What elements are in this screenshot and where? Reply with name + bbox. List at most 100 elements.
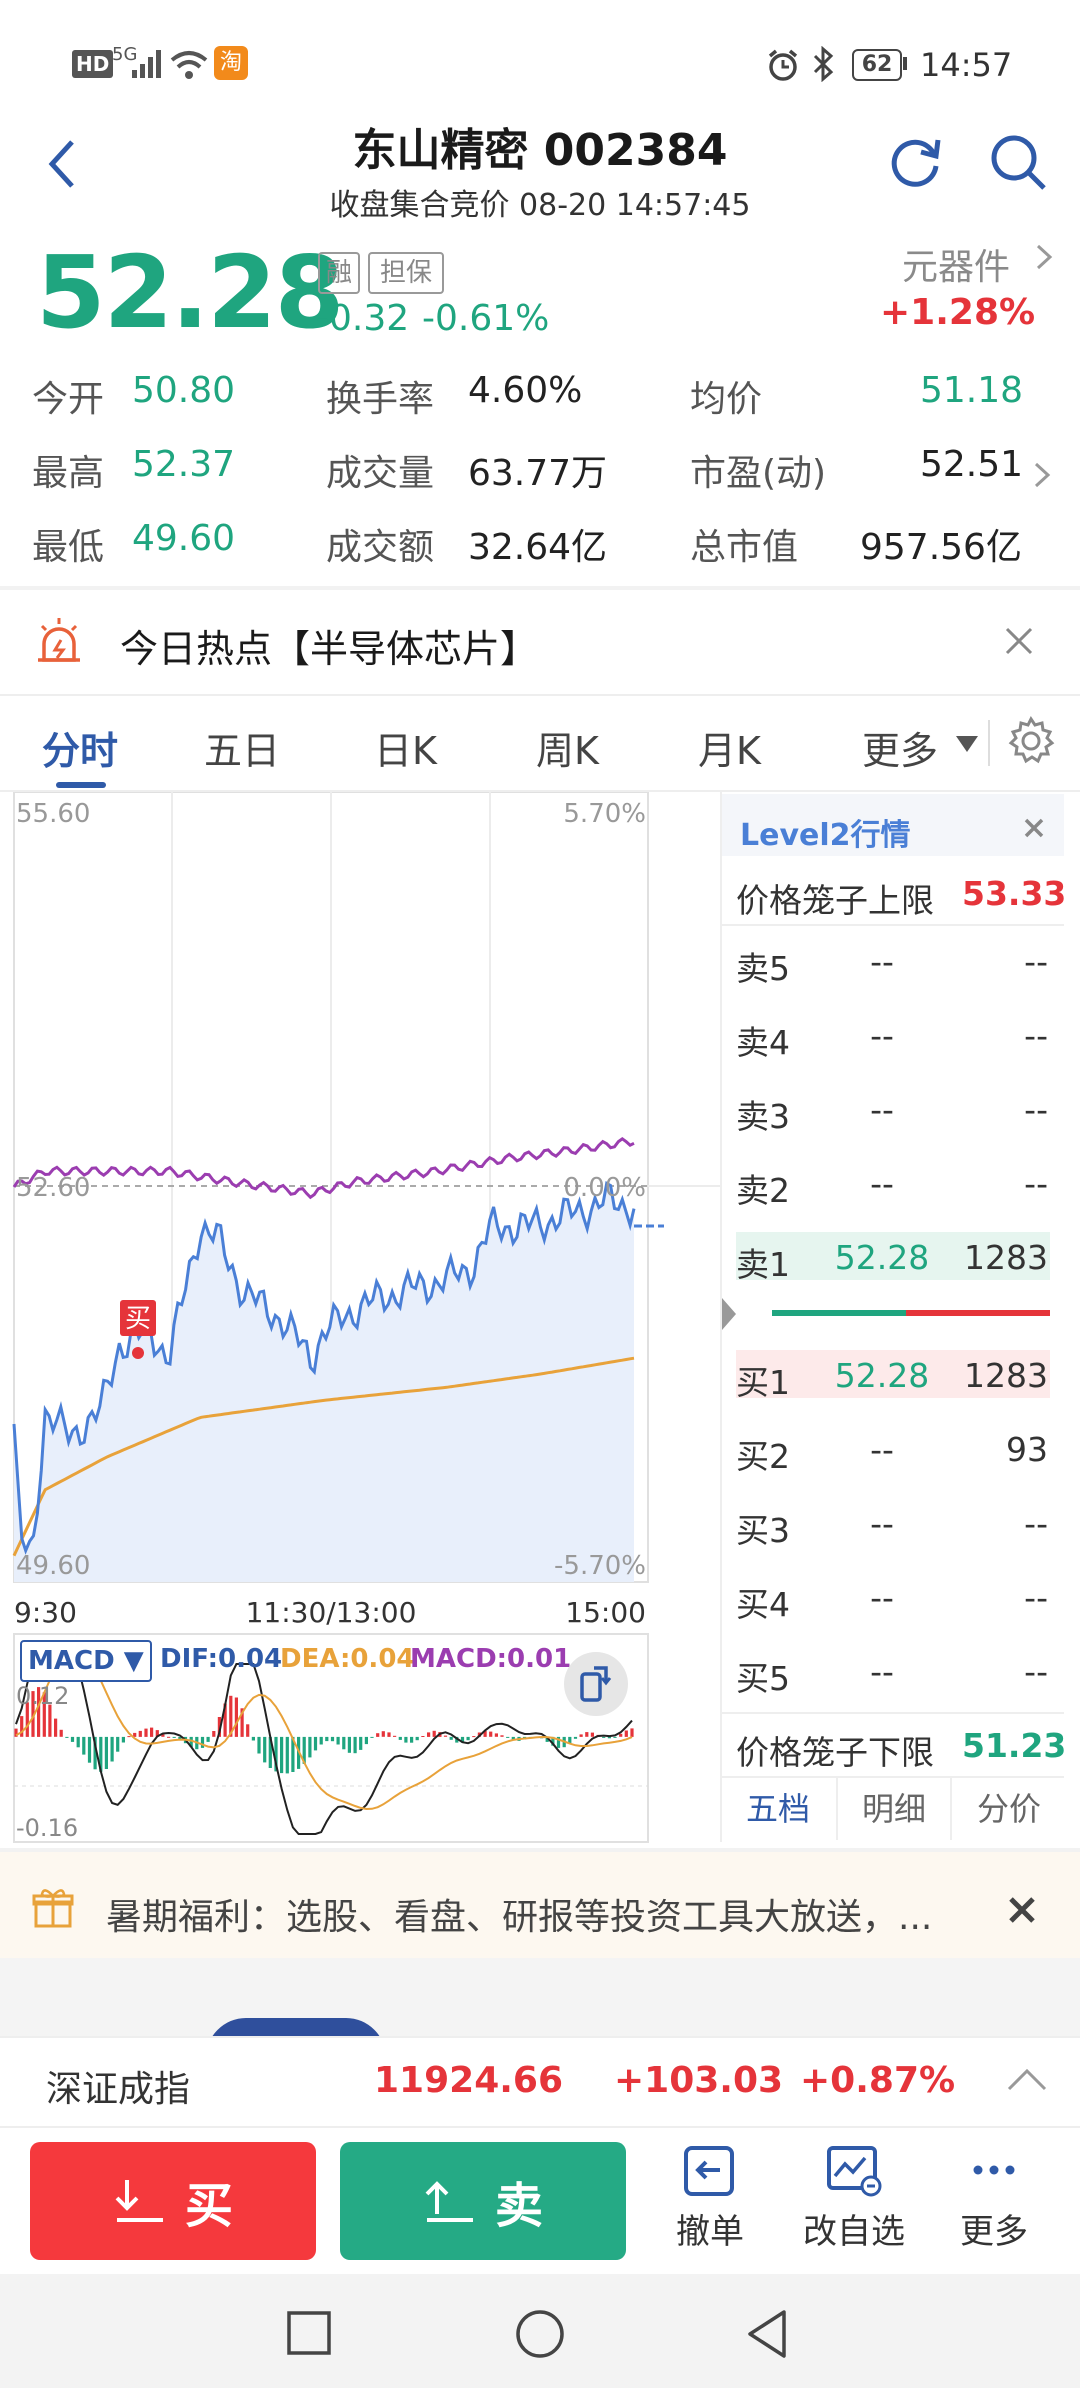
index-change-percent: +0.87% xyxy=(800,2060,956,2101)
level2-close-icon[interactable] xyxy=(1024,818,1044,838)
back-nav-icon[interactable] xyxy=(744,2308,790,2360)
sell-level-label: 卖5 xyxy=(736,949,790,988)
expand-arrow-icon[interactable] xyxy=(720,1294,740,1334)
price-cage-lower-value: 51.23 xyxy=(962,1726,1067,1765)
more-dots-icon xyxy=(973,2165,1015,2175)
macd-bar xyxy=(104,1736,108,1769)
back-icon[interactable] xyxy=(44,134,80,194)
index-value: 11924.66 xyxy=(374,2060,564,2101)
sell-level-volume: -- xyxy=(1024,1016,1048,1055)
buy-point[interactable] xyxy=(132,1347,144,1359)
stat-label: 成交额 xyxy=(326,527,435,568)
macd-bar xyxy=(573,1736,578,1739)
sector-name[interactable]: 元器件 xyxy=(902,238,1010,290)
macd-histogram xyxy=(14,1687,634,1774)
index-line xyxy=(12,1136,635,1200)
macd-bar xyxy=(624,1730,628,1737)
macd-bar xyxy=(342,1736,346,1750)
pct-axis-mid: 0.00% xyxy=(563,1173,646,1203)
battery-level: 62 xyxy=(861,52,893,77)
macd-top-value: 0.12 xyxy=(16,1682,69,1710)
x-axis-start: 9:30 xyxy=(14,1596,77,1629)
buy-level-volume: -- xyxy=(1024,1652,1048,1691)
cancel-order-label: 撤单 xyxy=(676,2212,744,2252)
macd-bar xyxy=(500,1735,504,1737)
tab-weekly-k[interactable]: 周K xyxy=(536,720,599,775)
bluetooth-icon xyxy=(813,46,834,82)
alarm-icon xyxy=(768,49,798,81)
y-axis-bottom: 49.60 xyxy=(16,1551,90,1581)
macd-bar xyxy=(246,1724,250,1737)
level2-tab-detail[interactable]: 明细 xyxy=(836,1778,950,1840)
more-button[interactable]: 更多 xyxy=(944,2140,1044,2270)
sell-level-label: 卖3 xyxy=(736,1097,790,1136)
sell-level-label: 卖1 xyxy=(736,1245,790,1284)
buy-level-price: -- xyxy=(870,1578,894,1617)
tab-daily-k[interactable]: 日K xyxy=(374,720,437,775)
divider xyxy=(0,586,1080,590)
buy-level-label: 买2 xyxy=(736,1437,790,1476)
macd-bar xyxy=(330,1736,335,1742)
expand-stats-icon[interactable] xyxy=(1032,460,1052,490)
chevron-up-icon[interactable] xyxy=(1006,2068,1048,2092)
macd-bar xyxy=(127,1736,131,1738)
macd-bar xyxy=(76,1736,80,1748)
tab-five-day[interactable]: 五日 xyxy=(204,720,280,775)
close-icon[interactable] xyxy=(1004,626,1034,656)
sell-level-volume: -- xyxy=(1024,1090,1048,1129)
tab-intraday[interactable]: 分时 xyxy=(42,720,118,775)
clock: 14:57 xyxy=(920,46,1013,84)
trade-session-status: 收盘集合竞价 08-20 14:57:45 xyxy=(329,188,751,223)
stat-avg-price: 51.18 xyxy=(920,370,1024,411)
macd-bar xyxy=(234,1697,238,1737)
level2-tab-five[interactable]: 五档 xyxy=(722,1778,834,1840)
macd-bar xyxy=(630,1728,634,1737)
buy-level-price: -- xyxy=(870,1430,894,1469)
price-change: -0.32 xyxy=(316,298,410,339)
macd-bar xyxy=(415,1736,419,1741)
macd-bar xyxy=(308,1736,312,1758)
tab-monthly-k[interactable]: 月K xyxy=(698,720,761,775)
stat-turnover-rate: 4.60% xyxy=(468,370,583,411)
refresh-icon[interactable] xyxy=(886,132,944,190)
macd-bar xyxy=(506,1736,510,1738)
macd-value-label: MACD:0.01 xyxy=(410,1644,572,1674)
tab-more[interactable]: 更多 xyxy=(862,720,938,775)
status-bar: HD 5G 淘 62 14:57 xyxy=(0,0,1080,120)
sell-level-price: 52.28 xyxy=(834,1238,930,1277)
dropdown-icon[interactable] xyxy=(954,734,980,754)
macd-bar xyxy=(280,1736,284,1774)
more-label: 更多 xyxy=(960,2212,1028,2252)
recent-apps-icon[interactable] xyxy=(286,2310,332,2356)
stat-label: 成交量 xyxy=(326,453,435,494)
macd-bar xyxy=(172,1736,176,1738)
promo-close-icon[interactable] xyxy=(1008,1896,1036,1924)
macd-selector[interactable]: MACD ▼ xyxy=(20,1640,152,1682)
sell-button[interactable]: 卖 xyxy=(340,2142,626,2260)
promo-text[interactable]: 暑期福利：选股、看盘、研报等投资工具大放送，... xyxy=(106,1888,986,1940)
stat-label: 均价 xyxy=(690,379,763,420)
stat-market-cap: 957.56亿 xyxy=(860,527,1022,568)
chevron-right-icon[interactable] xyxy=(1034,242,1054,272)
macd-bar xyxy=(359,1736,363,1750)
y-axis-top: 55.60 xyxy=(16,799,90,829)
macd-bar xyxy=(257,1736,261,1754)
sell-level-label: 卖2 xyxy=(736,1171,790,1210)
macd-bar xyxy=(116,1736,120,1752)
rotate-screen-button[interactable] xyxy=(564,1652,628,1716)
stat-label: 今开 xyxy=(32,379,105,420)
macd-bar xyxy=(251,1736,255,1741)
alert-icon xyxy=(38,618,80,662)
macd-bar xyxy=(70,1736,75,1742)
pct-axis-bottom: -5.70% xyxy=(554,1551,646,1581)
hot-topic-text[interactable]: 今日热点【半导体芯片】 xyxy=(120,618,538,673)
cancel-order-button[interactable]: 撤单 xyxy=(660,2140,760,2270)
buy-button[interactable]: 买 xyxy=(30,2142,316,2260)
level2-tab-price[interactable]: 分价 xyxy=(950,1778,1066,1840)
stat-open: 50.80 xyxy=(132,370,236,411)
settings-gear-icon[interactable] xyxy=(1006,716,1056,766)
edit-watchlist-button[interactable]: 改自选 xyxy=(794,2140,914,2270)
home-icon[interactable] xyxy=(514,2308,566,2360)
search-icon[interactable] xyxy=(988,132,1048,192)
stat-label: 市盈(动) xyxy=(690,453,827,494)
